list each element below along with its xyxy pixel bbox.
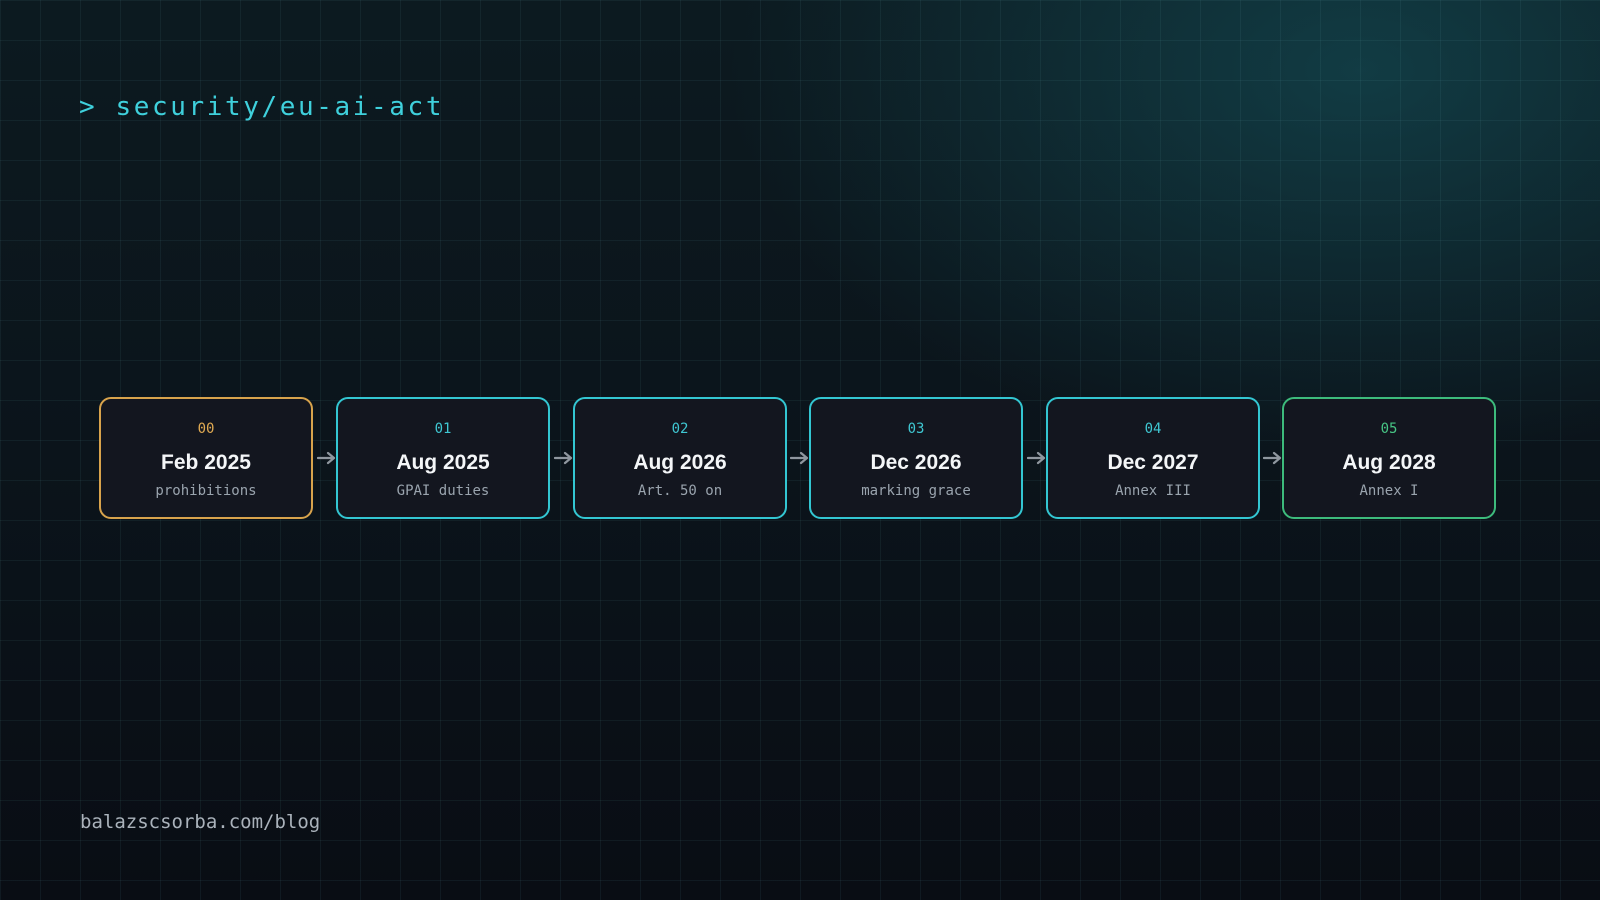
timeline-stage: 00 Feb 2025 prohibitions xyxy=(99,397,313,519)
stage-date: Aug 2028 xyxy=(1342,451,1436,474)
stage-label: prohibitions xyxy=(155,483,257,499)
stage-index: 04 xyxy=(1144,421,1162,437)
stage-index: 03 xyxy=(907,421,925,437)
arrow-right-icon xyxy=(554,451,573,465)
stage-date: Feb 2025 xyxy=(161,451,251,474)
stage-date: Aug 2026 xyxy=(633,451,727,474)
footer-url: balazscsorba.com/blog xyxy=(80,811,321,833)
stage-index: 02 xyxy=(671,421,689,437)
arrow-right-icon xyxy=(790,451,809,465)
arrow-right-icon xyxy=(1263,451,1282,465)
stage-label: Annex III xyxy=(1115,483,1191,499)
timeline-stage: 05 Aug 2028 Annex I xyxy=(1282,397,1496,519)
timeline-stage: 04 Dec 2027 Annex III xyxy=(1046,397,1260,519)
stage-date: Dec 2027 xyxy=(1107,451,1199,474)
arrow-right-icon xyxy=(1027,451,1046,465)
stage-index: 05 xyxy=(1380,421,1398,437)
timeline-stage: 01 Aug 2025 GPAI duties xyxy=(336,397,550,519)
stage-index: 00 xyxy=(197,421,215,437)
stage-label: GPAI duties xyxy=(396,483,490,499)
timeline-stage: 03 Dec 2026 marking grace xyxy=(809,397,1023,519)
stage-date: Aug 2025 xyxy=(396,451,490,474)
timeline-diagram: 00 Feb 2025 prohibitions 01 Aug 2025 GPA… xyxy=(0,0,1600,900)
stage-label: Annex I xyxy=(1359,483,1419,499)
stage-label: Art. 50 on xyxy=(637,483,723,499)
stage-index: 01 xyxy=(434,421,452,437)
stage-date: Dec 2026 xyxy=(870,451,962,474)
stage-label: marking grace xyxy=(861,483,971,499)
arrow-right-icon xyxy=(317,451,336,465)
timeline-stage: 02 Aug 2026 Art. 50 on xyxy=(573,397,787,519)
